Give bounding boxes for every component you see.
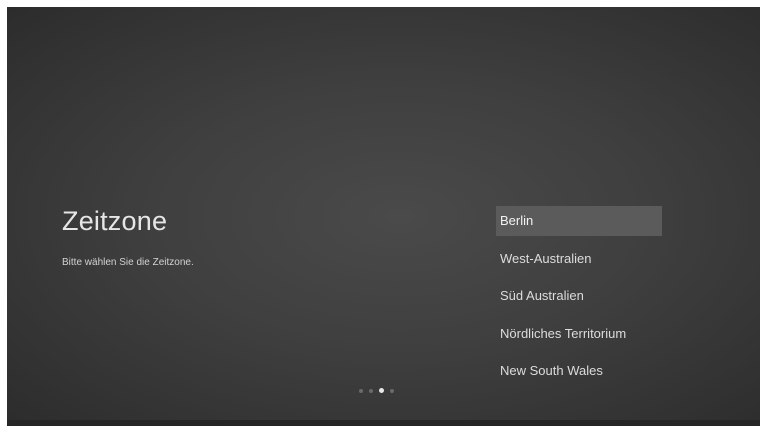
timezone-list: Berlin West-Australien Süd Australien Nö… bbox=[496, 206, 662, 394]
pagination-dot bbox=[369, 388, 373, 393]
timezone-item-label: Nördliches Territorium bbox=[500, 325, 627, 341]
timezone-item-berlin[interactable]: Berlin bbox=[496, 206, 662, 236]
pagination-dot-active bbox=[379, 388, 384, 393]
pagination-dots bbox=[359, 388, 394, 393]
page-subtitle: Bitte wählen Sie die Zeitzone. bbox=[62, 257, 194, 268]
pagination-dot bbox=[390, 388, 394, 393]
timezone-item-label: Süd Australien bbox=[500, 288, 584, 303]
timezone-item-label: Berlin bbox=[500, 213, 534, 228]
setup-screen: Zeitzone Bitte wählen Sie die Zeitzone. … bbox=[7, 7, 760, 426]
bottom-strip bbox=[7, 420, 760, 426]
page-title: Zeitzone bbox=[62, 206, 168, 236]
pagination-dot bbox=[359, 388, 363, 393]
timezone-item-sued-australien[interactable]: Süd Australien bbox=[496, 281, 662, 311]
timezone-item-noerdliches-territorium[interactable]: Nördliches Territorium bbox=[496, 319, 662, 349]
timezone-item-label: New South Wales bbox=[500, 363, 603, 378]
timezone-item-new-south-wales[interactable]: New South Wales bbox=[496, 356, 662, 386]
timezone-item-label: West-Australien bbox=[500, 250, 592, 266]
timezone-item-west-australien[interactable]: West-Australien bbox=[496, 244, 662, 274]
